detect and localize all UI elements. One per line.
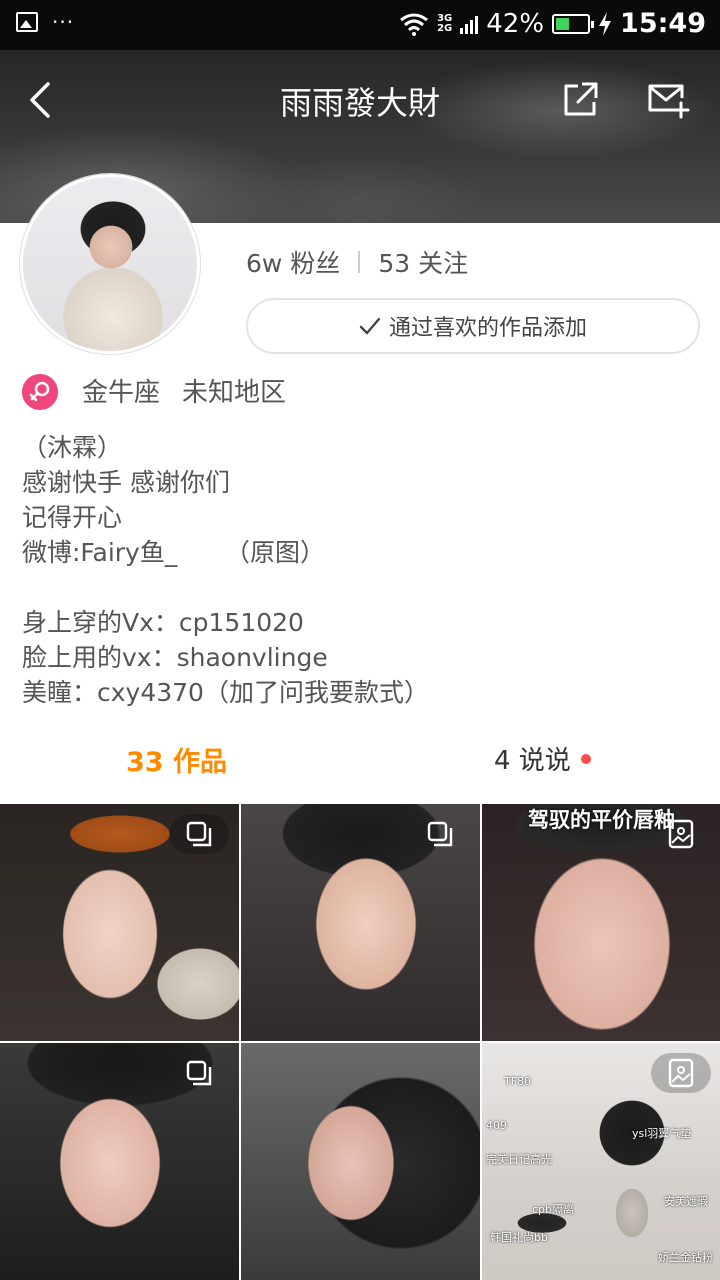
multi-photo-icon (410, 814, 470, 854)
profile-info-row: 金牛座 未知地区 (82, 372, 286, 409)
work-tile[interactable]: 驾驭的平价唇釉 (482, 804, 720, 1041)
product-label: ysl羽翼气垫 (632, 1127, 692, 1140)
work-tile[interactable] (0, 1043, 239, 1280)
profile-bio: （沐霖） 感谢快手 感谢你们 记得开心 微博:Fairy鱼_ （原图） 身上穿的… (22, 430, 702, 710)
multi-photo-icon (169, 1053, 229, 1093)
clock: 15:49 (620, 8, 706, 39)
bio-line: 记得开心 (22, 503, 123, 532)
more-dots: ··· (52, 10, 75, 34)
status-right: 3G 2G 42% 15:49 (399, 8, 706, 39)
product-label: 韩国礼尚bb (490, 1231, 548, 1244)
tab-says[interactable]: 4 说说 (494, 740, 591, 777)
work-tile[interactable] (241, 1043, 480, 1280)
product-label: 409 (486, 1119, 507, 1132)
product-label: 娇兰金钻粉 (658, 1251, 713, 1264)
stats-divider (358, 251, 361, 273)
photo-icon (651, 1053, 711, 1093)
photo-icon (651, 814, 711, 854)
female-icon (22, 374, 58, 410)
work-tile[interactable] (0, 804, 239, 1041)
product-label: 完美日记高光 (486, 1153, 552, 1166)
add-via-liked-works-label: 通过喜欢的作品添加 (388, 316, 587, 341)
work-tile[interactable]: TF80 ysl羽翼气垫 完美日记高光 cpb隔离 安美遮瑕 韩国礼尚bb 娇兰… (482, 1043, 720, 1280)
message-icon[interactable] (646, 80, 690, 120)
bio-line: 脸上用的vx：shaonvlinge (22, 643, 328, 672)
status-left: ··· (16, 12, 74, 32)
status-bar: ··· 3G 2G 42% 15:49 (0, 0, 720, 50)
product-label: 安美遮瑕 (664, 1195, 708, 1208)
check-icon (359, 317, 381, 335)
bio-line: 美瞳：cxy4370（加了问我要款式） (22, 678, 429, 707)
wifi-icon (400, 13, 428, 36)
tab-says-label: 4 说说 (494, 746, 571, 776)
zodiac-label: 金牛座 (82, 378, 161, 408)
network-bottom: 2G (437, 22, 453, 34)
works-grid: 驾驭的平价唇釉 TF80 ysl羽翼气垫 完美日记高光 cpb隔离 安美遮瑕 韩… (0, 804, 720, 1280)
region-label: 未知地区 (182, 378, 287, 408)
product-label: cpb隔离 (532, 1203, 575, 1216)
product-label: TF80 (504, 1075, 532, 1088)
battery-percent: 42% (486, 8, 545, 39)
following-count[interactable]: 53 关注 (378, 244, 468, 280)
share-icon[interactable] (560, 80, 600, 120)
bio-line: （沐霖） (22, 433, 123, 462)
avatar[interactable] (20, 174, 200, 354)
page-title: 雨雨發大財 (279, 84, 440, 122)
multi-photo-icon (169, 814, 229, 854)
bio-line: 感谢快手 感谢你们 (22, 468, 230, 497)
add-via-liked-works-button[interactable]: 通过喜欢的作品添加 (246, 298, 700, 354)
tab-works[interactable]: 33 作品 (126, 740, 227, 779)
fans-count[interactable]: 6w 粉丝 (246, 244, 340, 280)
signal-icon (460, 14, 479, 34)
battery-fill (556, 17, 569, 30)
new-indicator-dot (580, 753, 591, 764)
battery-icon (552, 13, 595, 34)
profile-stats: 6w 粉丝 53 关注 (246, 244, 468, 280)
image-icon (16, 12, 38, 32)
bio-line: 微博:Fairy鱼_ （原图） (22, 538, 326, 567)
charging-icon (599, 11, 612, 36)
bio-line: 身上穿的Vx：cp151020 (22, 608, 304, 637)
bio-line (22, 570, 702, 605)
network-type: 3G 2G (437, 12, 453, 34)
work-tile[interactable] (241, 804, 480, 1041)
network-top: 3G (437, 12, 453, 24)
